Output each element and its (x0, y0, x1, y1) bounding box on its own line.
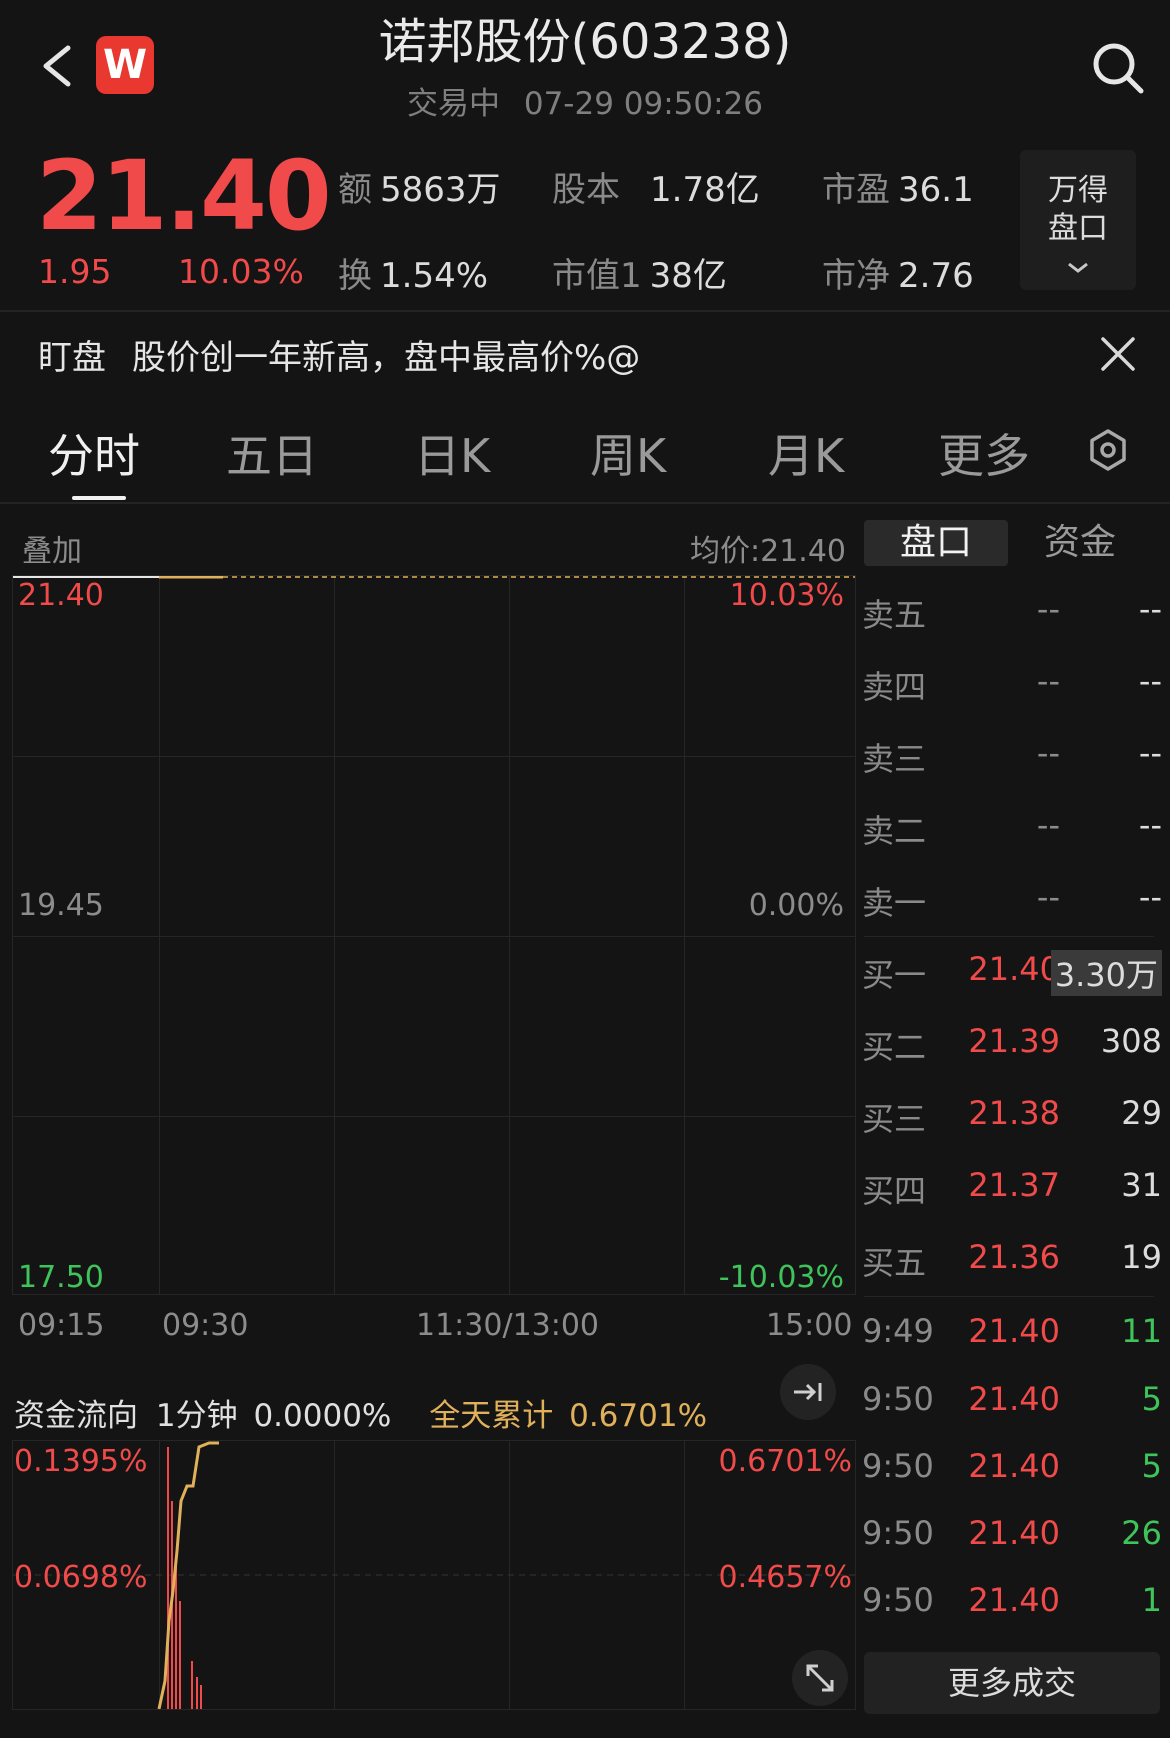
tab-capital[interactable]: 资金 (1008, 520, 1152, 566)
expand-right-button[interactable] (780, 1364, 836, 1420)
stock-title: 诺邦股份(603238) (378, 14, 792, 70)
search-icon[interactable] (1090, 40, 1146, 96)
stat-pb: 市净 2.76 (822, 256, 974, 296)
divider (864, 936, 1154, 937)
grid-line (509, 576, 510, 1294)
intraday-chart[interactable] (12, 575, 856, 1295)
wind-pankou-button[interactable]: 万得 盘口 (1020, 150, 1136, 290)
bid-row-5: 买五 21.36 19 (862, 1238, 1162, 1282)
current-price: 21.40 (36, 140, 332, 252)
grid-line (13, 1116, 855, 1117)
overlay-button[interactable]: 叠加 (22, 526, 82, 570)
trading-status: 交易中 07-29 09:50:26 (260, 78, 910, 123)
alert-tag: 盯盘 (38, 338, 106, 378)
flow-right-axis-top: 0.6701% (718, 1444, 852, 1479)
close-icon[interactable] (1100, 336, 1136, 372)
watch-alert[interactable]: 盯盘 股价创一年新高，盘中最高价%@ (38, 330, 640, 379)
collapse-right-icon (794, 1383, 822, 1401)
x-label-midday: 11:30/13:00 (416, 1308, 600, 1343)
grid-line (159, 576, 160, 1294)
axis-low-pct: -10.03% (718, 1260, 844, 1295)
flow-period-value: 0.0000% (253, 1398, 392, 1434)
expand-icon (806, 1664, 834, 1692)
ask-row-4: 卖四 -- -- (862, 662, 1162, 706)
pankou-button-line2: 盘口 (1048, 211, 1108, 246)
bid-row-2: 买二 21.39 308 (862, 1022, 1162, 1066)
settings-icon[interactable] (1086, 428, 1130, 472)
stat-pe: 市盈 36.1 (822, 170, 974, 210)
grid-line (684, 576, 685, 1294)
axis-prev-close: 19.45 (18, 888, 104, 923)
flow-cumulative-value: 0.6701% (569, 1398, 708, 1434)
tab-five-day[interactable]: 五日 (226, 420, 318, 486)
divider (0, 502, 1170, 504)
status-text: 交易中 (406, 86, 500, 122)
tab-daily-k[interactable]: 日K (414, 420, 490, 486)
flow-right-axis-mid: 0.4657% (718, 1560, 852, 1595)
x-label-close: 15:00 (766, 1308, 853, 1343)
flow-left-axis-top: 0.1395% (14, 1444, 148, 1479)
app-logo: W (96, 36, 154, 94)
ask-row-5: 卖五 -- -- (862, 590, 1162, 634)
chevron-down-icon (1068, 262, 1088, 273)
fullscreen-button[interactable] (792, 1650, 848, 1706)
ask-row-3: 卖三 -- -- (862, 734, 1162, 778)
tab-weekly-k[interactable]: 周K (590, 420, 666, 486)
flow-left-axis-mid: 0.0698% (14, 1560, 148, 1595)
price-change: 1.95 (38, 252, 112, 291)
stat-amount: 额 5863万 (338, 170, 501, 210)
grid-line (13, 756, 855, 757)
tab-intraday[interactable]: 分时 (48, 420, 140, 486)
pankou-button-line1: 万得 (1048, 173, 1108, 208)
average-price: 均价:21.40 (690, 534, 846, 569)
stat-market-cap: 市值1 38亿 (552, 256, 727, 296)
x-label-open: 09:15 (18, 1308, 105, 1343)
grid-line (334, 576, 335, 1294)
ask-row-2: 卖二 -- -- (862, 806, 1162, 850)
tab-monthly-k[interactable]: 月K (768, 420, 844, 486)
stat-turnover: 换 1.54% (338, 256, 489, 296)
flow-period: 1分钟 (155, 1398, 238, 1434)
axis-zero-pct: 0.00% (748, 888, 844, 923)
datetime: 07-29 09:50:26 (523, 86, 764, 122)
axis-low-price: 17.50 (18, 1260, 104, 1295)
tab-more[interactable]: 更多 (938, 420, 1030, 486)
price-change-percent: 10.03% (178, 252, 304, 291)
alert-text: 股价创一年新高，盘中最高价%@ (132, 338, 641, 378)
active-tab-indicator (72, 496, 126, 500)
grid-line (13, 936, 855, 937)
axis-high-price: 21.40 (18, 578, 104, 613)
bid-row-3: 买三 21.38 29 (862, 1094, 1162, 1138)
bid-row-1: 买一 21.40 3.30万 (862, 950, 1162, 1022)
more-trades-button[interactable]: 更多成交 (864, 1652, 1160, 1714)
x-label-start: 09:30 (162, 1308, 249, 1343)
divider (864, 1296, 1154, 1297)
flow-cumulative-label: 全天累计 (429, 1398, 554, 1434)
flow-title: 资金流向 (14, 1398, 138, 1434)
stat-share-capital: 股本 1.78亿 (552, 170, 760, 210)
capital-flow-header: 资金流向 1分钟 0.0000% 全天累计 0.6701% (14, 1390, 707, 1435)
bid-row-4: 买四 21.37 31 (862, 1166, 1162, 1210)
ask-row-1: 卖一 -- -- (862, 878, 1162, 922)
back-icon[interactable] (38, 44, 78, 88)
tab-pankou[interactable]: 盘口 (864, 520, 1008, 566)
axis-high-pct: 10.03% (729, 578, 844, 613)
divider (0, 310, 1170, 312)
